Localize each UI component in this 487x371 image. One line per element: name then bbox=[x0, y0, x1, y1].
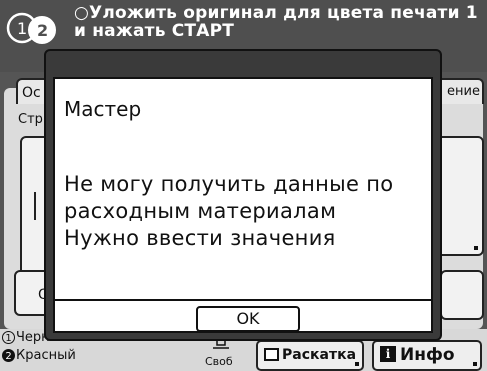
idle-roll-label: Раскатка bbox=[282, 347, 357, 363]
color-2-row: 2 Красный bbox=[2, 348, 76, 364]
print-drum-icon: 1 2 bbox=[6, 12, 56, 44]
header-message: ○Уложить оригинал для цвета печати 1 и н… bbox=[74, 3, 478, 41]
message-dialog: Мастер Не могу получить данные по расход… bbox=[44, 49, 442, 341]
drum-2-label: 2 bbox=[37, 21, 48, 40]
dash-mark bbox=[34, 192, 36, 220]
idle-roll-button[interactable]: Раскатка bbox=[256, 340, 364, 371]
corner-mark-icon bbox=[355, 362, 359, 366]
free-memory-label: Своб bbox=[205, 355, 233, 368]
corner-mark-icon bbox=[474, 246, 478, 250]
right-lower-button[interactable] bbox=[440, 270, 484, 320]
dialog-body: Мастер Не могу получить данные по расход… bbox=[53, 77, 433, 301]
color-2-label: Красный bbox=[16, 348, 76, 363]
info-label: Инфо bbox=[400, 345, 455, 365]
dialog-message: Не могу получить данные по расходным мат… bbox=[64, 172, 394, 250]
drum-2-number-icon: 2 bbox=[2, 349, 15, 362]
info-button[interactable]: i Инфо bbox=[372, 340, 482, 371]
drum-roll-icon bbox=[264, 347, 279, 361]
page-count-label: Стр. bbox=[18, 112, 48, 127]
corner-mark-icon bbox=[473, 362, 477, 366]
drum-1-number-icon: 1 bbox=[2, 331, 15, 344]
info-icon: i bbox=[380, 346, 396, 362]
ok-button[interactable]: OK bbox=[196, 306, 300, 332]
dialog-title: Мастер bbox=[64, 97, 142, 121]
drum-1-label: 1 bbox=[17, 19, 27, 38]
